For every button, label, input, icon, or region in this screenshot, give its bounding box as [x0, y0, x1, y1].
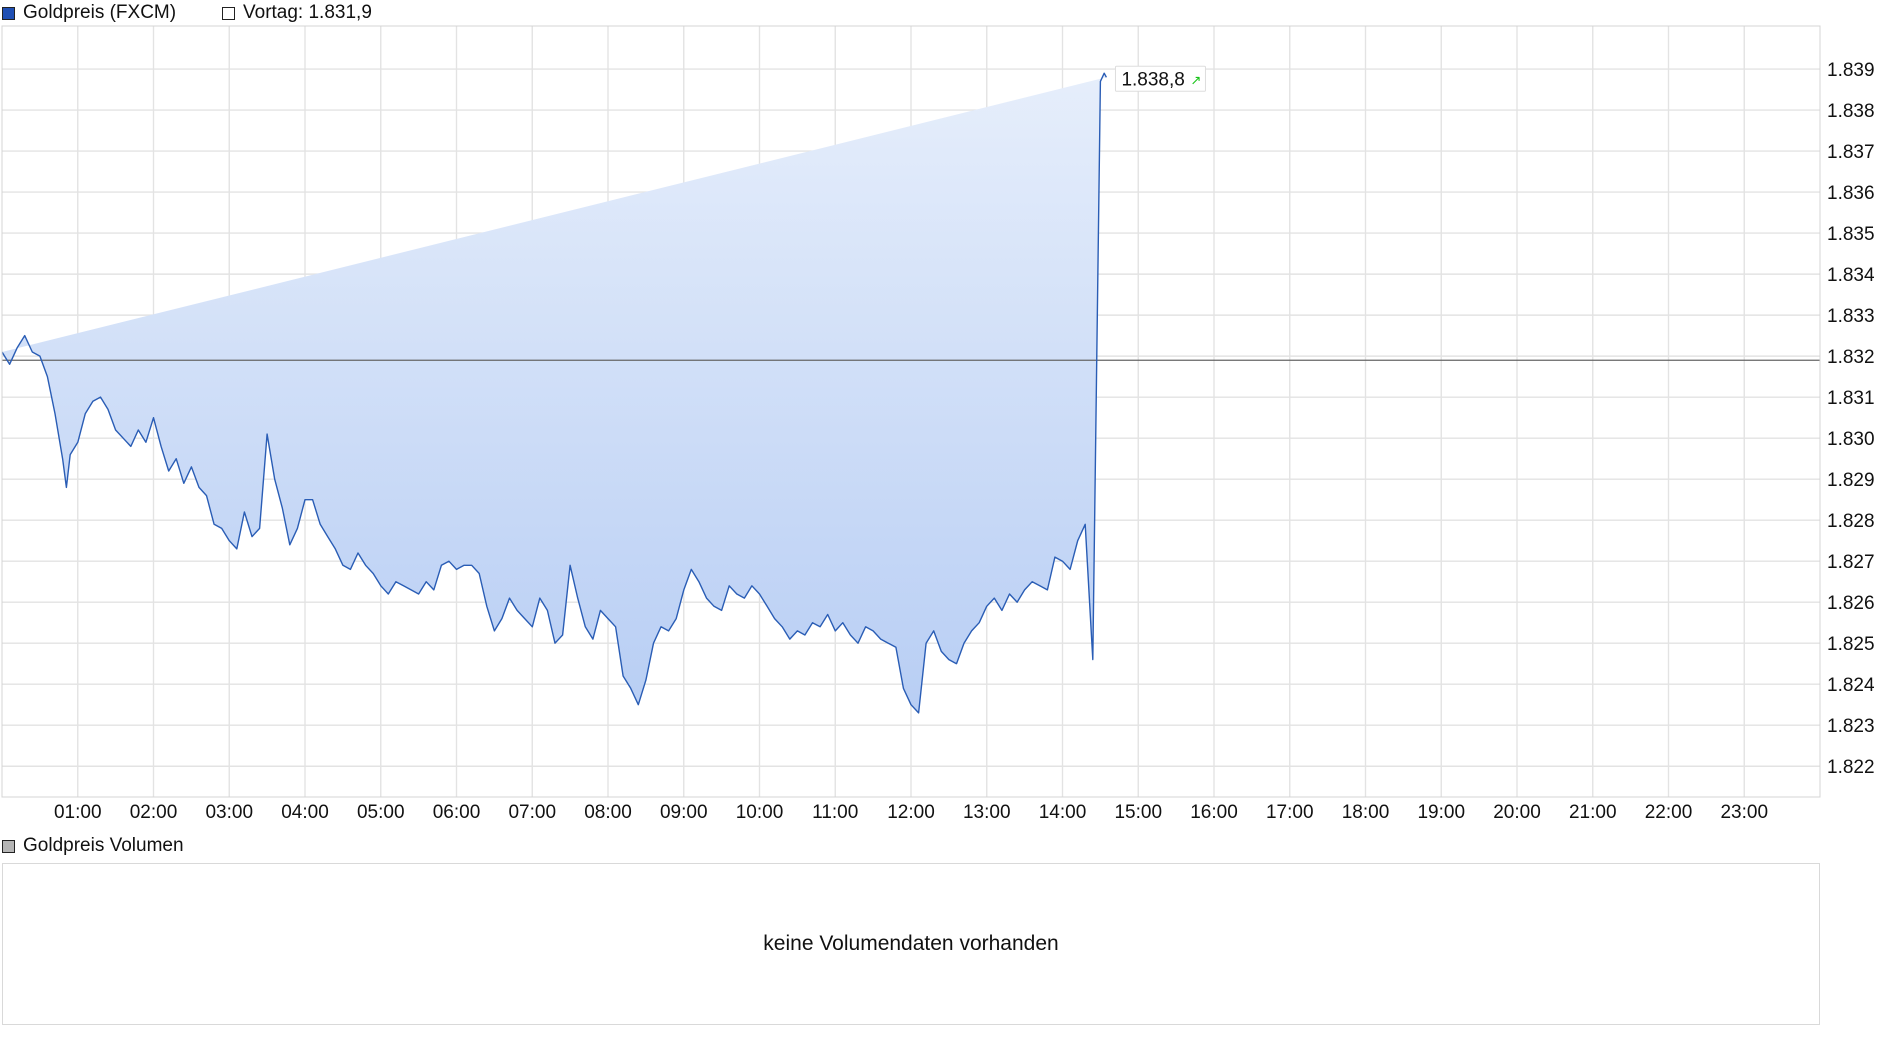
x-tick-label: 07:00	[508, 802, 556, 823]
y-tick-label: 1.824	[1827, 675, 1875, 696]
volume-panel: keine Volumendaten vorhanden	[2, 863, 1820, 1025]
y-tick-label: 1.834	[1827, 265, 1875, 286]
y-tick-label: 1.828	[1827, 511, 1875, 532]
y-tick-label: 1.835	[1827, 224, 1875, 245]
y-tick-label: 1.829	[1827, 470, 1875, 491]
x-tick-label: 17:00	[1266, 802, 1314, 823]
x-tick-label: 15:00	[1114, 802, 1162, 823]
x-tick-label: 01:00	[54, 802, 102, 823]
volume-label: Goldpreis Volumen	[23, 835, 184, 856]
x-tick-label: 16:00	[1190, 802, 1238, 823]
x-tick-label: 13:00	[963, 802, 1011, 823]
x-tick-label: 08:00	[584, 802, 632, 823]
y-tick-label: 1.827	[1827, 552, 1875, 573]
legend-volume[interactable]: Goldpreis Volumen	[2, 833, 184, 859]
y-tick-label: 1.833	[1827, 306, 1875, 327]
x-tick-label: 03:00	[205, 802, 253, 823]
y-tick-label: 1.830	[1827, 429, 1875, 450]
x-tick-label: 14:00	[1039, 802, 1087, 823]
x-tick-label: 02:00	[130, 802, 178, 823]
x-tick-label: 06:00	[433, 802, 481, 823]
x-tick-label: 21:00	[1569, 802, 1617, 823]
no-volume-message: keine Volumendaten vorhanden	[763, 932, 1059, 955]
price-chart[interactable]: 1.822 1.823 1.824 1.825 1.826 1.827 1.828 1.829…	[0, 0, 1880, 850]
y-tick-label: 1.823	[1827, 716, 1875, 737]
x-tick-label: 22:00	[1645, 802, 1693, 823]
y-tick-label: 1.826	[1827, 593, 1875, 614]
y-tick-label: 1.837	[1827, 142, 1875, 163]
y-tick-label: 1.825	[1827, 634, 1875, 655]
last-value-label: 1.838,8	[1121, 69, 1184, 90]
y-tick-label: 1.838	[1827, 101, 1875, 122]
x-tick-label: 20:00	[1493, 802, 1541, 823]
price-area	[2, 73, 1107, 713]
x-tick-label: 11:00	[812, 802, 858, 823]
x-axis-labels: 01:00 02:00 03:00 04:00 05:00 06:00 07:00 08:00…	[54, 802, 1768, 823]
last-value-callout: 1.838,8 ↗	[1114, 65, 1206, 92]
y-tick-label: 1.832	[1827, 347, 1875, 368]
x-tick-label: 18:00	[1342, 802, 1390, 823]
x-tick-label: 12:00	[887, 802, 935, 823]
y-tick-label: 1.836	[1827, 183, 1875, 204]
x-tick-label: 10:00	[736, 802, 784, 823]
volume-color-swatch	[2, 839, 15, 853]
y-tick-label: 1.831	[1827, 388, 1875, 409]
x-tick-label: 23:00	[1720, 802, 1768, 823]
up-arrow-icon: ↗	[1190, 73, 1201, 88]
x-tick-label: 05:00	[357, 802, 405, 823]
x-tick-label: 09:00	[660, 802, 708, 823]
x-tick-label: 04:00	[281, 802, 329, 823]
y-tick-label: 1.822	[1827, 757, 1875, 778]
y-axis-labels: 1.822 1.823 1.824 1.825 1.826 1.827 1.828 1.829…	[1827, 60, 1875, 778]
y-tick-label: 1.839	[1827, 60, 1875, 81]
x-tick-label: 19:00	[1417, 802, 1465, 823]
